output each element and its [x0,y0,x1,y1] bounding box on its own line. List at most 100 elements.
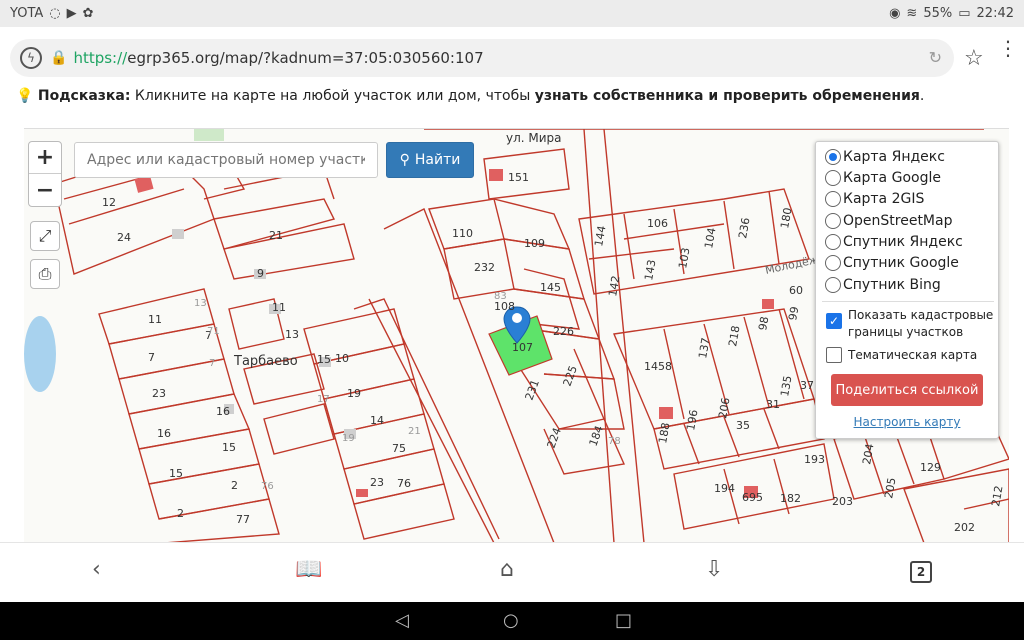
parcel-label: 14 [370,414,384,427]
hint-line: 💡 Подсказка: Кликните на карте на любой … [16,88,924,104]
parcel-label: 76 [397,477,411,490]
parcel-label: 2 [177,507,184,520]
radio[interactable] [825,234,841,250]
radio[interactable] [825,170,841,186]
parcel-label: 16 [216,405,230,418]
hint-text: Кликните на карте на любой участок или д… [130,88,535,104]
radio[interactable] [825,191,841,207]
download-icon[interactable]: ⇩ [705,557,723,582]
parcel-label: 15 [169,467,183,480]
house-number: 19 [342,433,355,444]
radio[interactable] [825,213,841,229]
bookmark-star-icon[interactable]: ☆ [964,46,984,71]
house-number: 21 [408,426,421,437]
village-label: Тарбаево [233,354,298,369]
parcel-label: 7 [148,351,155,364]
thematic-map-label: Тематическая карта [848,348,978,362]
clock: 22:42 [976,6,1014,21]
parcel-label: 129 [920,461,941,474]
parcel-label: 182 [780,492,801,505]
parcel-label: 21 [269,229,283,242]
carrier-label: YOTA [10,6,44,21]
layer-option-yandex-satellite[interactable]: Спутник Яндекс [825,234,963,250]
parcel-label: 16 [157,427,171,440]
parcel-label: 23 [152,387,166,400]
home-icon[interactable]: ⌂ [500,557,514,582]
radio-selected[interactable] [825,149,841,165]
layer-option-bing-satellite[interactable]: Спутник Bing [825,277,941,293]
layer-option-google-satellite[interactable]: Спутник Google [825,255,959,271]
layer-option-osm[interactable]: OpenStreetMap [825,213,952,229]
parcel-label: 13 [285,328,299,341]
house-number: 17 [317,394,330,405]
house-number: 76 [261,481,274,492]
parcel-label: 75 [392,442,406,455]
configure-map-link[interactable]: Настроить карту [816,415,998,429]
parcel-label: 695 [742,491,763,504]
lightbulb-icon: 💡 [16,88,34,104]
app-icon: ✿ [82,6,94,21]
back-icon[interactable]: ‹ [92,557,101,582]
print-button[interactable]: ⎙ [30,259,60,289]
zoom-in-button[interactable]: + [29,142,61,174]
zoom-out-button[interactable]: − [29,174,61,206]
url-scheme: https:// [73,49,128,67]
parcel-label: 35 [736,419,750,432]
layer-label: OpenStreetMap [843,213,953,229]
status-bar: YOTA ◌ ▶ ✿ ◉ ≋ 55% ▭ 22:42 [0,0,1024,27]
hint-label: Подсказка: [37,88,131,104]
house-number: 13 [194,298,207,309]
data-saver-icon: ◌ [49,6,61,21]
house-number: 71 [207,326,220,337]
address-bar[interactable]: ϟ 🔒 https:// egrp365.org/map/?kadnum=37:… [10,39,954,77]
search-input[interactable] [74,142,378,178]
tabs-button[interactable]: 2 [910,561,932,583]
find-button[interactable]: ⚲ Найти [386,142,474,178]
parcel-label: 98 [756,315,771,331]
system-home-icon[interactable]: ○ [503,610,519,631]
parcel-label: 232 [474,261,495,274]
show-borders-label: Показать кадастровые границы участков [848,308,994,339]
thematic-map-checkbox[interactable] [826,347,842,363]
printer-icon: ⎙ [38,264,52,283]
layer-option-yandex-map[interactable]: Карта Яндекс [825,149,945,165]
layer-option-2gis-map[interactable]: Карта 2GIS [825,191,924,207]
url-text: egrp365.org/map/?kadnum=37:05:030560:107 [127,49,484,67]
system-back-icon[interactable]: ◁ [395,610,409,631]
more-menu-icon[interactable]: ⋮ [998,38,1018,58]
share-link-button[interactable]: Поделиться ссылкой [831,374,983,406]
parcel-label: 12 [102,196,116,209]
hint-end: . [919,88,925,104]
bookmarks-book-icon[interactable]: 📖 [295,557,322,582]
parcel-label: 11 [148,313,162,326]
street-label-mira: ул. Мира [506,131,562,145]
house-number: 83 [494,291,507,302]
parcel-label: 151 [508,171,529,184]
system-recents-icon[interactable]: □ [615,610,632,631]
radio[interactable] [825,277,841,293]
selected-parcel-label: 107 [512,341,533,354]
battery-icon: ▭ [958,6,971,21]
parcel-label: 110 [452,227,473,240]
map-layers-panel: Карта Яндекс Карта Google Карта 2GIS Ope… [815,141,999,439]
zoom-control: + − [28,141,62,207]
hint-bold-text: узнать собственника и проверить обремене… [534,88,920,104]
pond [24,316,56,392]
parcel-label: 99 [786,305,801,321]
reload-icon[interactable]: ↻ [929,48,942,67]
layer-label: Карта Google [843,170,941,186]
show-borders-checkbox[interactable]: ✓ [826,313,842,329]
parcel-label: 77 [236,513,250,526]
layer-label: Карта Яндекс [843,149,945,165]
parcel-label: 37 [800,379,814,392]
parcel-label: 2 [231,479,238,492]
radio[interactable] [825,255,841,271]
battery-percent: 55% [923,6,953,21]
fullscreen-button[interactable]: ⤢ [30,221,60,251]
layer-label: Спутник Google [843,255,959,271]
parcel-label: 202 [954,521,975,534]
parcel-label: 9 [257,267,264,280]
layer-option-google-map[interactable]: Карта Google [825,170,941,186]
lightning-icon[interactable]: ϟ [20,47,42,69]
parcel-label: 60 [789,284,803,297]
